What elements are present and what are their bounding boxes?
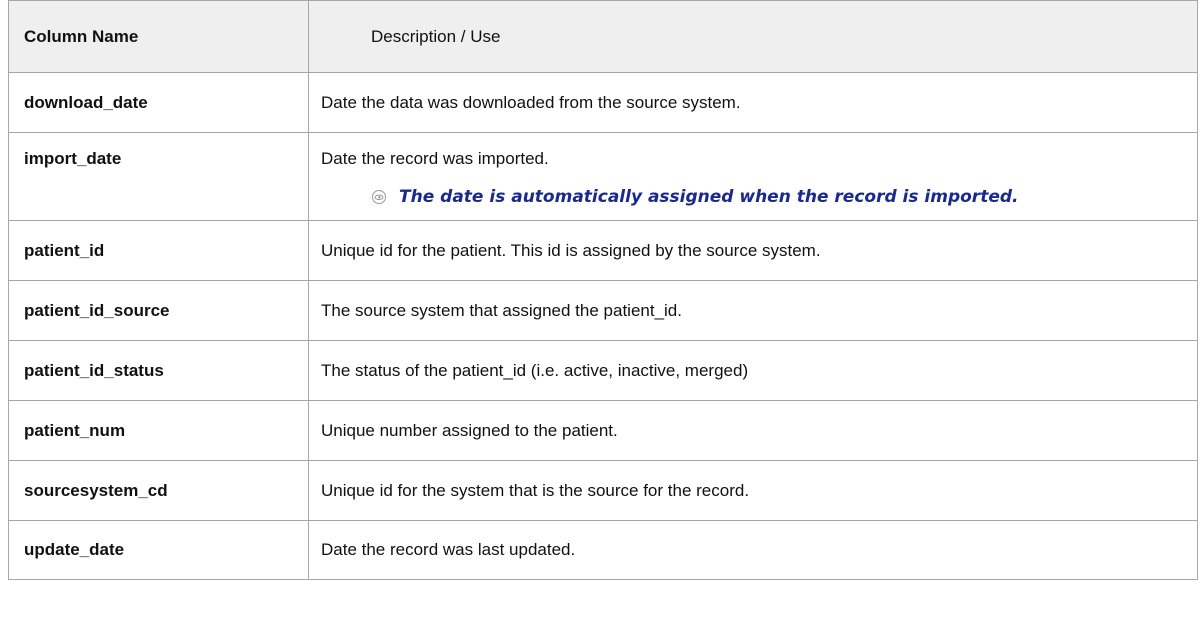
column-name-cell: patient_id_source: [8, 280, 309, 341]
column-name-cell: import_date: [8, 132, 309, 221]
description-cell: Unique id for the system that is the sou…: [308, 460, 1198, 521]
description-cell: Unique id for the patient. This id is as…: [308, 220, 1198, 281]
note-line: The date is automatically assigned when …: [321, 187, 1197, 207]
description-cell: The source system that assigned the pati…: [308, 280, 1198, 341]
table-row: patient_num Unique number assigned to th…: [8, 400, 1198, 461]
column-name-header: Column Name: [8, 0, 309, 73]
column-name-cell: patient_id: [8, 220, 309, 281]
table-row: download_date Date the data was download…: [8, 72, 1198, 133]
column-description-table: Column Name Description / Use download_d…: [8, 0, 1198, 580]
table-header-row: Column Name Description / Use: [8, 0, 1198, 73]
table-row: sourcesystem_cd Unique id for the system…: [8, 460, 1198, 521]
description-cell: The status of the patient_id (i.e. activ…: [308, 340, 1198, 401]
table-row: patient_id Unique id for the patient. Th…: [8, 220, 1198, 281]
table-row: update_date Date the record was last upd…: [8, 520, 1198, 580]
column-name-cell: sourcesystem_cd: [8, 460, 309, 521]
description-cell: Date the data was downloaded from the so…: [308, 72, 1198, 133]
column-name-cell: patient_num: [8, 400, 309, 461]
table-row: patient_id_status The status of the pati…: [8, 340, 1198, 401]
description-header: Description / Use: [308, 0, 1198, 73]
note-text: The date is automatically assigned when …: [399, 187, 1019, 207]
description-cell: Date the record was imported. The date i…: [308, 132, 1198, 221]
column-name-cell: patient_id_status: [8, 340, 309, 401]
description-cell: Date the record was last updated.: [308, 520, 1198, 580]
column-name-text: import_date: [24, 149, 122, 168]
description-cell: Unique number assigned to the patient.: [308, 400, 1198, 461]
table-row: patient_id_source The source system that…: [8, 280, 1198, 341]
column-name-cell: download_date: [8, 72, 309, 133]
description-text: Date the record was imported.: [321, 149, 549, 168]
table-row: import_date Date the record was imported…: [8, 132, 1198, 221]
column-name-cell: update_date: [8, 520, 309, 580]
note-eye-icon: [371, 189, 387, 205]
